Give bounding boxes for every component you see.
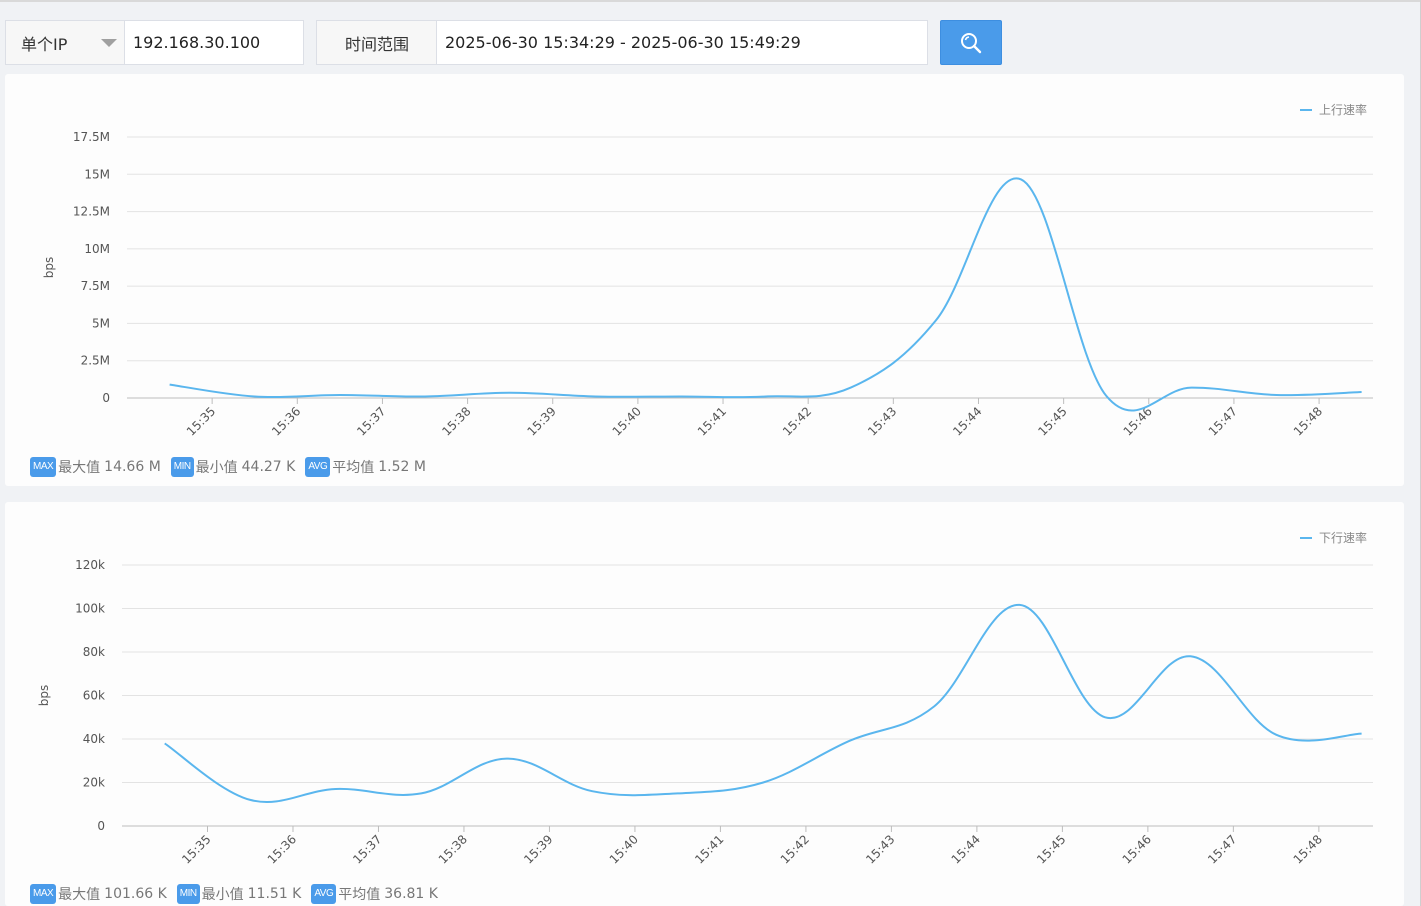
x-tick-label: 15:48 — [1291, 404, 1325, 438]
ip-mode-label: 单个IP — [21, 34, 68, 54]
max-label: 最大值 — [58, 887, 101, 903]
x-tick-label: 15:43 — [865, 404, 899, 438]
x-tick-label: 15:37 — [354, 404, 388, 438]
x-tick-label: 15:42 — [780, 404, 814, 438]
x-tick-label: 15:40 — [607, 832, 641, 866]
x-tick-label: 15:40 — [610, 404, 644, 438]
avg-stat: AVG 平均值 1.52 M — [305, 457, 426, 477]
upload-stats: MAX 最大值 14.66 M MIN 最小值 44.27 K AVG 平均值 … — [30, 457, 436, 477]
min-badge: MIN — [176, 884, 200, 904]
x-tick-label: 15:37 — [350, 832, 384, 866]
avg-label: 平均值 — [338, 887, 381, 903]
window-top-border — [0, 0, 1421, 2]
search-icon — [961, 32, 982, 53]
y-tick-label: 0 — [102, 391, 110, 405]
ip-input[interactable] — [124, 20, 304, 65]
chevron-down-icon — [101, 39, 117, 47]
x-tick-label: 15:38 — [436, 832, 470, 866]
x-tick-label: 15:39 — [525, 404, 559, 438]
search-button[interactable] — [940, 20, 1002, 65]
time-range-input[interactable] — [436, 20, 928, 65]
y-tick-label: 100k — [75, 602, 105, 616]
x-tick-label: 15:41 — [692, 832, 726, 866]
min-value: 11.51 K — [247, 886, 302, 902]
min-stat: MIN 最小值 11.51 K — [176, 884, 302, 904]
x-tick-label: 15:43 — [863, 832, 897, 866]
avg-value: 1.52 M — [378, 459, 426, 475]
y-tick-label: 0 — [97, 819, 105, 833]
avg-value: 36.81 K — [384, 886, 438, 902]
y-axis-label: bps — [37, 685, 51, 707]
max-badge: MAX — [30, 884, 57, 904]
y-tick-label: 12.5M — [73, 205, 110, 219]
max-label: 最大值 — [58, 460, 101, 476]
y-tick-label: 80k — [83, 645, 105, 659]
x-tick-label: 15:41 — [695, 404, 729, 438]
min-badge: MIN — [170, 457, 194, 477]
legend-label: 上行速率 — [1319, 102, 1367, 117]
download-stats: MAX 最大值 101.66 K MIN 最小值 11.51 K AVG 平均值… — [30, 884, 448, 904]
avg-stat: AVG 平均值 36.81 K — [311, 884, 438, 904]
x-tick-label: 15:46 — [1120, 832, 1154, 866]
download-rate-panel: 0 20k 40k 60k 80k 100k 120k bps 15:35 15:36 15:37 1… — [5, 502, 1404, 906]
x-tick-label: 15:44 — [949, 832, 983, 866]
avg-badge: AVG — [305, 457, 331, 477]
min-stat: MIN 最小值 44.27 K — [170, 457, 296, 477]
x-tick-label: 15:44 — [950, 404, 984, 438]
upload-rate-panel: 0 2.5M 5M 7.5M 10M 12.5M 15M 17.5M bps 15:35 15:36… — [5, 74, 1404, 486]
y-tick-label: 10M — [84, 242, 110, 256]
x-tick-label: 15:47 — [1206, 404, 1240, 438]
x-tick-label: 15:39 — [521, 832, 555, 866]
min-label: 最小值 — [201, 887, 244, 903]
max-stat: MAX 最大值 14.66 M — [30, 457, 161, 477]
max-value: 14.66 M — [104, 459, 161, 475]
y-axis-label: bps — [42, 257, 56, 279]
y-tick-label: 17.5M — [73, 130, 110, 144]
series-line — [169, 177, 1362, 412]
x-tick-label: 15:36 — [265, 832, 299, 866]
download-rate-chart: 0 20k 40k 60k 80k 100k 120k bps 15:35 15:36 15:37 1… — [37, 530, 1373, 867]
upload-rate-chart: 0 2.5M 5M 7.5M 10M 12.5M 15M 17.5M bps 15:35 15:36… — [42, 102, 1373, 439]
y-tick-label: 5M — [92, 316, 110, 330]
x-tick-label: 15:47 — [1205, 832, 1239, 866]
x-tick-label: 15:45 — [1035, 404, 1069, 438]
ip-mode-select[interactable]: 单个IP — [5, 20, 125, 65]
x-tick-label: 15:45 — [1034, 832, 1068, 866]
max-stat: MAX 最大值 101.66 K — [30, 884, 167, 904]
x-tick-label: 15:35 — [184, 404, 218, 438]
y-tick-label: 20k — [83, 776, 105, 790]
max-value: 101.66 K — [104, 886, 167, 902]
legend-label: 下行速率 — [1319, 530, 1367, 545]
avg-badge: AVG — [311, 884, 337, 904]
min-value: 44.27 K — [241, 459, 296, 475]
x-tick-label: 15:36 — [269, 404, 303, 438]
y-tick-label: 15M — [84, 167, 110, 181]
y-tick-label: 7.5M — [81, 279, 110, 293]
y-tick-label: 2.5M — [81, 354, 110, 368]
series-line — [164, 603, 1362, 804]
x-tick-label: 15:35 — [179, 832, 213, 866]
y-tick-label: 120k — [75, 558, 105, 572]
x-tick-label: 15:42 — [778, 832, 812, 866]
x-tick-label: 15:38 — [439, 404, 473, 438]
min-label: 最小值 — [195, 460, 238, 476]
y-tick-label: 40k — [83, 732, 105, 746]
time-range-label: 时间范围 — [316, 20, 437, 65]
max-badge: MAX — [30, 457, 57, 477]
x-tick-label: 15:48 — [1291, 832, 1325, 866]
avg-label: 平均值 — [332, 460, 375, 476]
y-tick-label: 60k — [83, 689, 105, 703]
